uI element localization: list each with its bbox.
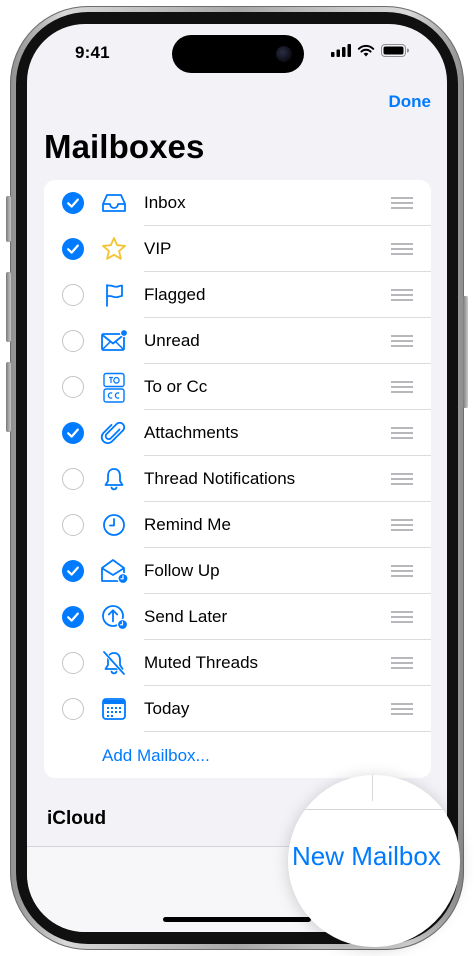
empty-circle-icon[interactable]: [62, 652, 84, 674]
cellular-signal-icon: [331, 44, 351, 57]
mailbox-row-follow-up[interactable]: Follow Up: [44, 548, 431, 594]
reorder-handle-icon[interactable]: [391, 703, 413, 715]
mailbox-label: Unread: [144, 331, 200, 350]
status-bar: 9:41: [27, 24, 447, 80]
checkmark-icon[interactable]: [62, 422, 84, 444]
mailbox-row-unread[interactable]: Unread: [44, 318, 431, 364]
mailbox-row-send-later[interactable]: Send Later: [44, 594, 431, 640]
empty-circle-icon[interactable]: [62, 376, 84, 398]
unread-envelope-icon: [101, 328, 129, 351]
reorder-handle-icon[interactable]: [391, 565, 413, 577]
checkmark-icon[interactable]: [62, 560, 84, 582]
mailbox-row-thread-notifications[interactable]: Thread Notifications: [44, 456, 431, 502]
inbox-tray-icon: [102, 194, 126, 212]
checkmark-icon[interactable]: [62, 238, 84, 260]
empty-circle-icon[interactable]: [62, 698, 84, 720]
magnified-toolbar-edge: [288, 809, 460, 810]
wifi-icon: [357, 44, 375, 57]
home-indicator: [163, 917, 311, 922]
status-icons: [331, 44, 409, 57]
volume-down-button: [6, 362, 11, 432]
mailbox-row-inbox[interactable]: Inbox: [44, 180, 431, 226]
checkmark-icon[interactable]: [62, 192, 84, 214]
battery-icon: [381, 44, 409, 57]
mailbox-label: VIP: [144, 239, 172, 258]
to-cc-icon: [103, 372, 125, 403]
reorder-handle-icon[interactable]: [391, 243, 413, 255]
page-title: Mailboxes: [44, 128, 205, 165]
mailbox-row-vip[interactable]: VIP: [44, 226, 431, 272]
new-mailbox-button[interactable]: New Mailbox: [292, 841, 441, 872]
mailbox-label: Send Later: [144, 607, 228, 626]
reorder-handle-icon[interactable]: [391, 289, 413, 301]
reorder-handle-icon[interactable]: [391, 611, 413, 623]
mailbox-row-today[interactable]: Today: [44, 686, 431, 732]
empty-circle-icon[interactable]: [62, 514, 84, 536]
paperclip-icon: [100, 421, 126, 444]
mailbox-label: Muted Threads: [144, 653, 259, 672]
magnified-callout: New Mailbox: [288, 775, 460, 947]
empty-circle-icon[interactable]: [62, 284, 84, 306]
dynamic-island: [172, 35, 304, 73]
mailbox-row-muted-threads[interactable]: Muted Threads: [44, 640, 431, 686]
reorder-handle-icon[interactable]: [391, 657, 413, 669]
section-header-icloud: iCloud: [47, 808, 107, 829]
mailbox-label: Follow Up: [144, 561, 220, 580]
follow-up-envelope-icon: [101, 559, 129, 585]
mailbox-label: Today: [144, 699, 190, 718]
magnified-divider: [372, 775, 373, 801]
volume-up-button: [6, 272, 11, 342]
reorder-handle-icon[interactable]: [391, 197, 413, 209]
camera-lens-icon: [276, 46, 292, 62]
status-time: 9:41: [75, 43, 110, 62]
mailbox-label: Flagged: [144, 285, 206, 304]
empty-circle-icon[interactable]: [62, 468, 84, 490]
power-button: [463, 296, 468, 408]
mailbox-row-flagged[interactable]: Flagged: [44, 272, 431, 318]
reorder-handle-icon[interactable]: [391, 335, 413, 347]
mailbox-label: Attachments: [144, 423, 239, 442]
star-icon: [102, 237, 126, 260]
mailbox-label: Thread Notifications: [144, 469, 296, 488]
calendar-icon: [102, 698, 126, 720]
mailbox-row-to-or-cc[interactable]: To or Cc: [44, 364, 431, 410]
mailbox-list: Inbox VIP Flagged Unread To or Cc Attach…: [44, 180, 431, 778]
muted-bell-icon: [102, 650, 126, 676]
action-button: [6, 196, 11, 242]
add-mailbox-link[interactable]: Add Mailbox...: [102, 746, 210, 766]
bell-icon: [104, 468, 124, 491]
reorder-handle-icon[interactable]: [391, 519, 413, 531]
mailbox-row-remind-me[interactable]: Remind Me: [44, 502, 431, 548]
done-button[interactable]: Done: [389, 92, 432, 112]
empty-circle-icon[interactable]: [62, 330, 84, 352]
checkmark-icon[interactable]: [62, 606, 84, 628]
mailbox-row-attachments[interactable]: Attachments: [44, 410, 431, 456]
mailbox-label: Remind Me: [144, 515, 231, 534]
reorder-handle-icon[interactable]: [391, 381, 413, 393]
flag-icon: [106, 284, 123, 307]
mailbox-label: To or Cc: [144, 377, 208, 396]
clock-icon: [103, 514, 125, 536]
mailbox-label: Inbox: [144, 193, 186, 212]
reorder-handle-icon[interactable]: [391, 427, 413, 439]
send-later-icon: [102, 605, 129, 631]
reorder-handle-icon[interactable]: [391, 473, 413, 485]
row-divider: [144, 731, 431, 732]
